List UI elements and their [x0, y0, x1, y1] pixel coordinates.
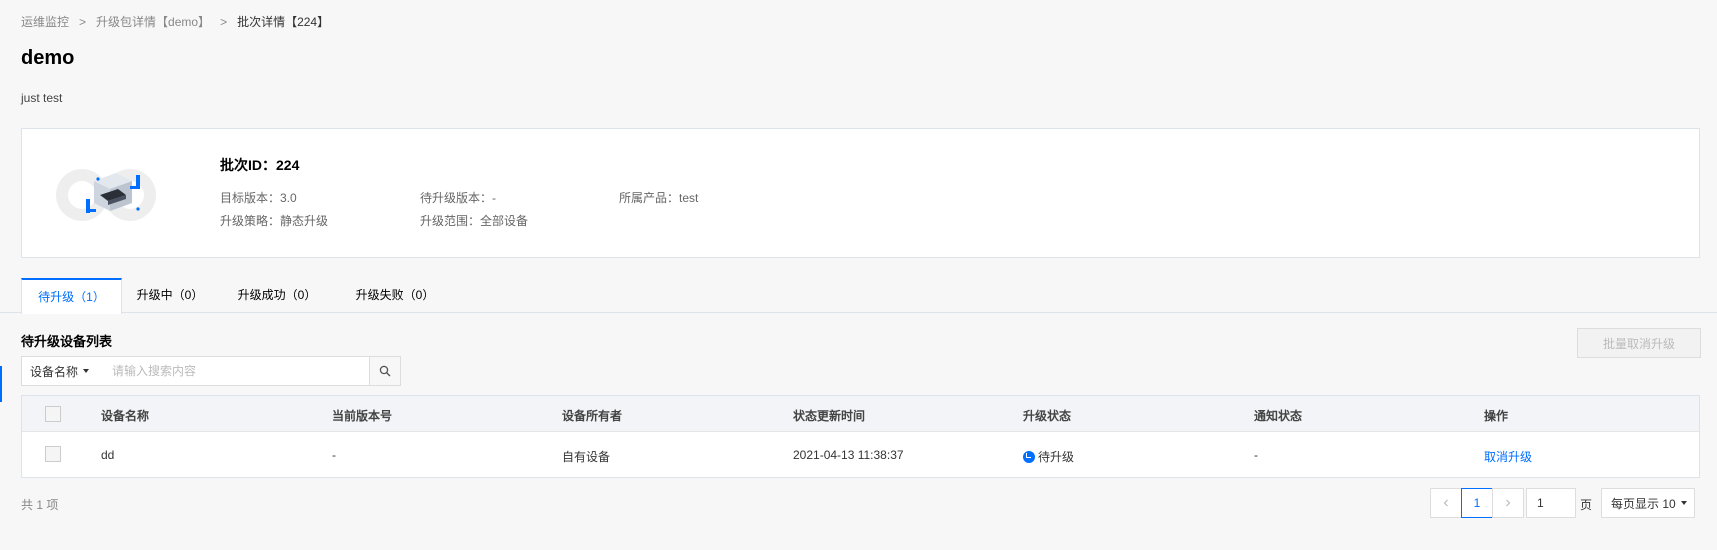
device-table: 设备名称 当前版本号 设备所有者 状态更新时间 升级状态 通知状态 操作 dd …	[21, 395, 1700, 478]
cancel-upgrade-link[interactable]: 取消升级	[1484, 448, 1532, 465]
upgrade-scope: 升级范围：全部设备	[420, 214, 529, 228]
breadcrumb-item-package[interactable]: 升级包详情【demo】	[96, 13, 210, 30]
tab-upgrading[interactable]: 升级中（0）	[125, 278, 215, 313]
col-notify-status: 通知状态	[1254, 409, 1303, 423]
target-version: 目标版本：3.0	[220, 191, 297, 205]
col-upgrade-status: 升级状态	[1023, 409, 1072, 423]
batch-info-card: 批次ID：224 目标版本：3.0 待升级版本：- 所属产品：test 升级策略…	[21, 128, 1700, 258]
upgrade-strategy: 升级策略：静态升级	[220, 214, 329, 228]
product: 所属产品：test	[619, 191, 699, 205]
search-input[interactable]	[102, 356, 370, 386]
caret-down-icon	[1680, 501, 1687, 505]
cell-upgrade-status: 待升级	[1023, 448, 1074, 465]
chevron-right-icon	[1506, 499, 1511, 507]
breadcrumb: 运维监控 > 升级包详情【demo】 > 批次详情【224】	[21, 13, 329, 30]
page-unit-label: 页	[1580, 498, 1593, 512]
breadcrumb-separator: >	[79, 14, 87, 29]
bulk-cancel-button[interactable]: 批量取消升级	[1577, 328, 1701, 358]
table-header: 设备名称 当前版本号 设备所有者 状态更新时间 升级状态 通知状态 操作	[22, 396, 1699, 432]
side-accent	[0, 366, 2, 402]
cell-current-version: -	[332, 448, 336, 462]
prev-page-button[interactable]	[1430, 488, 1462, 518]
tab-pending[interactable]: 待升级（1）	[21, 278, 122, 314]
tab-success[interactable]: 升级成功（0）	[228, 278, 326, 313]
status-pending-icon	[1023, 451, 1035, 463]
search-icon	[379, 365, 391, 377]
col-current-version: 当前版本号	[332, 409, 393, 423]
breadcrumb-item-current: 批次详情【224】	[237, 15, 330, 29]
total-count: 共 1 项	[21, 498, 59, 512]
page-title: demo	[21, 47, 75, 69]
per-page-label: 每页显示 10	[1611, 496, 1676, 511]
search-field-select[interactable]: 设备名称	[21, 356, 103, 386]
chevron-left-icon	[1443, 499, 1448, 507]
breadcrumb-separator: >	[220, 14, 228, 29]
tab-failed[interactable]: 升级失败（0）	[346, 278, 444, 313]
list-title: 待升级设备列表	[21, 334, 113, 349]
caret-down-icon	[83, 369, 90, 373]
col-updated-at: 状态更新时间	[793, 409, 866, 423]
cell-notify-status: -	[1254, 448, 1258, 462]
search-button[interactable]	[369, 356, 401, 386]
row-checkbox[interactable]	[45, 446, 61, 462]
pending-version: 待升级版本：-	[420, 191, 496, 205]
col-action: 操作	[1484, 409, 1509, 423]
breadcrumb-item-monitor[interactable]: 运维监控	[21, 13, 69, 30]
cell-owner: 自有设备	[562, 450, 611, 464]
per-page-select[interactable]: 每页显示 10	[1601, 488, 1695, 518]
page-jump-input[interactable]	[1526, 488, 1576, 518]
col-owner: 设备所有者	[562, 409, 623, 423]
page-description: just test	[21, 91, 63, 105]
search-field-label: 设备名称	[30, 364, 79, 379]
batch-id: 批次ID：224	[220, 157, 300, 173]
device-upgrade-illustration	[56, 169, 156, 221]
cell-device-name: dd	[101, 448, 115, 462]
page-button-current[interactable]: 1	[1461, 488, 1493, 518]
col-device-name: 设备名称	[101, 409, 150, 423]
cell-updated-at: 2021-04-13 11:38:37	[793, 448, 904, 462]
next-page-button[interactable]	[1492, 488, 1524, 518]
upgrade-status-text: 待升级	[1038, 450, 1075, 464]
select-all-checkbox[interactable]	[45, 406, 61, 422]
